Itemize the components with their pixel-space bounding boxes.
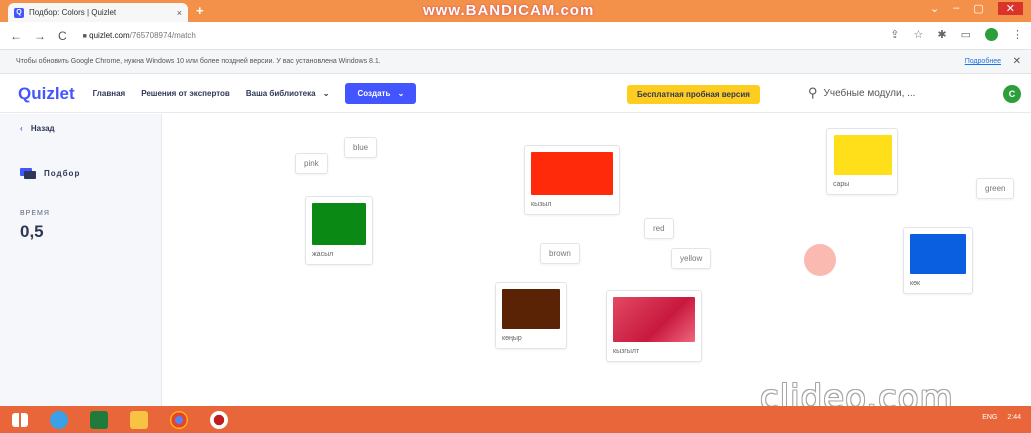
blue-swatch [910, 234, 966, 274]
quizlet-favicon-icon: Q [14, 7, 24, 18]
url-host: quizlet.com [89, 31, 130, 40]
match-board: blue pink green red brown yellow кызыл с… [162, 114, 1031, 406]
window-close-icon[interactable]: ✕ [997, 2, 1023, 15]
card-yellow-word[interactable]: yellow [671, 248, 712, 269]
card-caption: көк [910, 280, 921, 287]
sidepanel-icon[interactable]: ▭ [961, 28, 971, 41]
clock[interactable]: 2:44 [1007, 414, 1021, 421]
forward-arrow-icon[interactable]: → [34, 29, 46, 43]
share-icon[interactable]: ⇪ [890, 28, 899, 41]
windows-taskbar: ENG 2:44 [0, 406, 1031, 433]
tab-search-icon[interactable]: ⌄ [930, 2, 939, 15]
card-green-word[interactable]: green [976, 178, 1015, 199]
recorder-icon[interactable] [210, 410, 228, 429]
back-arrow-icon[interactable]: ← [10, 29, 22, 43]
card-blue-image[interactable]: көк [903, 227, 973, 294]
card-green-image[interactable]: жасыл [305, 196, 373, 265]
nav-library-link[interactable]: Ваша библиотека ⌄ [246, 89, 330, 98]
notice-more-link[interactable]: Подробнее [965, 58, 1001, 65]
chrome-icon[interactable] [170, 410, 188, 429]
nav-expert-solutions-link[interactable]: Решения от экспертов [141, 89, 230, 98]
pink-swatch [613, 297, 695, 342]
search-box[interactable]: ⚲ Учебные модули, ... [808, 83, 960, 103]
notice-close-icon[interactable]: ✕ [1013, 56, 1021, 67]
bookmark-star-icon[interactable]: ☆ [914, 28, 924, 41]
brown-swatch [502, 289, 560, 329]
card-caption: сары [833, 181, 850, 188]
back-button[interactable]: ‹ Назад [20, 124, 55, 133]
mode-label: Подбор [44, 169, 81, 178]
nav-home-link[interactable]: Главная [93, 89, 126, 98]
new-tab-icon[interactable]: + [196, 3, 204, 18]
create-button[interactable]: Создать ⌄ [345, 83, 417, 104]
chevron-down-icon: ⌄ [322, 89, 330, 98]
create-button-label: Создать [357, 89, 391, 98]
url-field[interactable]: ■ quizlet.com/765708974/match [83, 31, 196, 40]
card-red-word[interactable]: red [644, 218, 674, 239]
update-notice-text: Чтобы обновить Google Chrome, нужна Wind… [16, 58, 381, 65]
search-icon: ⚲ [808, 85, 818, 100]
match-feedback-circle [804, 244, 836, 276]
timer-value: 0,5 [20, 222, 44, 241]
nav-library-label: Ваша библиотека [245, 89, 316, 98]
yellow-swatch [834, 135, 892, 175]
card-caption: көңыр [502, 335, 522, 342]
file-explorer-icon[interactable] [130, 410, 148, 429]
card-yellow-image[interactable]: сары [826, 128, 898, 195]
card-caption: кызыл [531, 201, 552, 208]
profile-avatar[interactable] [985, 28, 998, 41]
card-red-image[interactable]: кызыл [524, 145, 620, 215]
extensions-icon[interactable]: ✱ [937, 28, 946, 41]
card-brown-image[interactable]: көңыр [495, 282, 567, 349]
free-trial-button[interactable]: Бесплатная пробная версия [627, 85, 760, 104]
browser-titlebar: Q Подбор: Colors | Quizlet × + www.BANDI… [0, 0, 1031, 22]
ie-icon[interactable] [50, 410, 68, 429]
card-pink-word[interactable]: pink [295, 153, 328, 174]
system-tray: ENG 2:44 [982, 414, 1021, 421]
mode-selector[interactable]: Подбор [20, 168, 80, 179]
excel-icon[interactable] [90, 410, 108, 429]
maximize-icon[interactable]: ▢ [973, 2, 983, 15]
lock-icon: ■ [82, 33, 87, 40]
card-blue-word[interactable]: blue [344, 137, 378, 158]
card-brown-word[interactable]: brown [540, 243, 580, 264]
match-sidebar: ‹ Назад Подбор ВРЕМЯ 0,5 [0, 114, 162, 406]
minimize-icon[interactable]: – [953, 2, 959, 15]
card-caption: жасыл [312, 251, 334, 258]
back-label: Назад [30, 124, 55, 133]
tab-close-icon[interactable]: × [177, 8, 182, 18]
update-notice-bar: Чтобы обновить Google Chrome, нужна Wind… [0, 50, 1031, 74]
browser-menu-icon[interactable]: ⋮ [1012, 28, 1023, 41]
reload-icon[interactable]: C [58, 29, 67, 43]
match-mode-icon [20, 168, 36, 179]
search-input[interactable]: Учебные модули, ... [824, 88, 916, 99]
user-avatar[interactable]: C [1003, 85, 1021, 103]
address-bar-actions: ⇪ ☆ ✱ ▭ ⋮ [890, 28, 1023, 41]
bandicam-watermark: www.BANDICAM.com [423, 2, 595, 19]
card-pink-image[interactable]: кызгылт [606, 290, 702, 362]
url-path: /765708974/match [129, 31, 196, 40]
card-caption: кызгылт [613, 348, 640, 355]
green-swatch [312, 203, 366, 245]
tab-title: Подбор: Colors | Quizlet [29, 8, 117, 17]
quizlet-navbar: Quizlet Главная Решения от экспертов Ваш… [0, 75, 1031, 113]
browser-tab[interactable]: Q Подбор: Colors | Quizlet × [8, 3, 188, 22]
red-swatch [531, 152, 613, 195]
timer-label: ВРЕМЯ [20, 210, 50, 217]
windows-start-icon[interactable] [12, 412, 28, 427]
quizlet-logo[interactable]: Quizlet [18, 84, 75, 104]
address-bar: ← → C ■ quizlet.com/765708974/match ⇪ ☆ … [0, 22, 1031, 50]
chevron-down-icon: ⌄ [397, 89, 405, 98]
chevron-left-icon: ‹ [20, 124, 23, 133]
language-indicator[interactable]: ENG [982, 414, 997, 421]
window-controls: ⌄ – ▢ ✕ [930, 2, 1023, 15]
